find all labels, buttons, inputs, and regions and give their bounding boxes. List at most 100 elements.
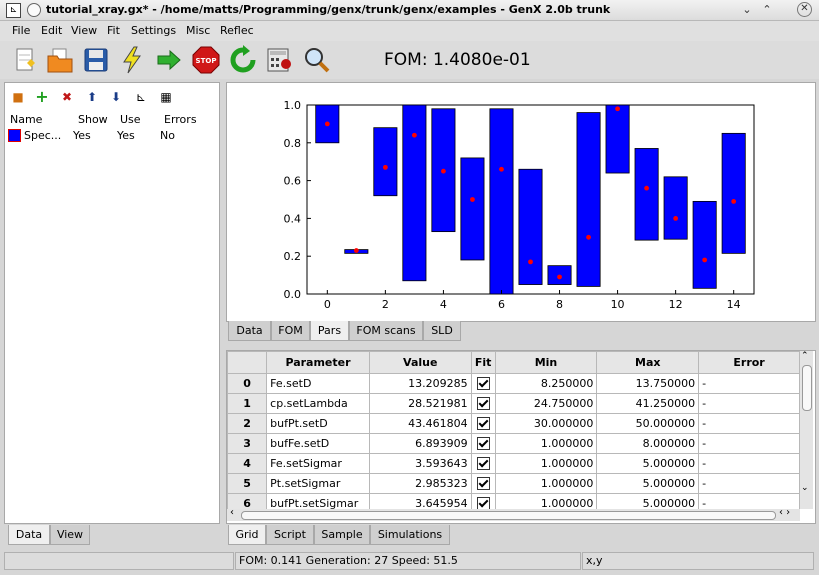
cell-value[interactable]: 3.593643: [368, 453, 472, 474]
col-show[interactable]: Show: [78, 113, 108, 126]
col-parameter[interactable]: Parameter: [266, 351, 370, 374]
cell-min[interactable]: 1.000000: [494, 433, 598, 454]
tab-simulations[interactable]: Simulations: [370, 525, 450, 545]
cell-parameter[interactable]: bufPt.setD: [266, 413, 370, 434]
cell-min[interactable]: 1.000000: [494, 453, 598, 474]
tab-view[interactable]: View: [50, 525, 90, 545]
scroll-left-arrow[interactable]: ‹: [230, 507, 234, 518]
add-data-icon[interactable]: ■: [11, 90, 25, 104]
window-menu-icon[interactable]: [27, 3, 41, 17]
tab-plot-data[interactable]: Data: [228, 321, 271, 341]
menu-settings[interactable]: Settings: [131, 24, 176, 37]
table-row[interactable]: 1 cp.setLambda 28.521981 24.750000 41.250000…: [227, 393, 800, 414]
menu-file[interactable]: File: [12, 24, 30, 37]
cell-parameter[interactable]: Pt.setSigmar: [266, 473, 370, 494]
menu-fit[interactable]: Fit: [107, 24, 120, 37]
cell-min[interactable]: 24.750000: [494, 393, 598, 414]
scroll-down-arrow[interactable]: ⌄: [801, 483, 809, 493]
row-index[interactable]: 4: [227, 453, 268, 474]
row-index[interactable]: 3: [227, 433, 268, 454]
cell-max[interactable]: 5.000000: [596, 453, 700, 474]
cell-parameter[interactable]: bufPt.setSigmar: [266, 493, 370, 510]
col-value[interactable]: Value: [368, 351, 472, 374]
cell-min[interactable]: 8.250000: [494, 373, 598, 394]
cell-parameter[interactable]: Fe.setSigmar: [266, 453, 370, 474]
col-fit[interactable]: Fit: [470, 351, 496, 374]
cell-max[interactable]: 41.250000: [596, 393, 700, 414]
fit-checkbox[interactable]: [476, 417, 490, 431]
cell-fit[interactable]: [470, 453, 496, 474]
cell-error[interactable]: -: [698, 473, 800, 494]
cell-fit[interactable]: [470, 413, 496, 434]
col-error[interactable]: Error: [698, 351, 800, 374]
cell-fit[interactable]: [470, 433, 496, 454]
cell-error[interactable]: -: [698, 393, 800, 414]
scroll-thumb-vertical[interactable]: [802, 365, 812, 411]
cell-max[interactable]: 50.000000: [596, 413, 700, 434]
cell-max[interactable]: 5.000000: [596, 473, 700, 494]
tab-plot-sld[interactable]: SLD: [423, 321, 461, 341]
cell-error[interactable]: -: [698, 433, 800, 454]
table-row[interactable]: 6 bufPt.setSigmar 3.645954 1.000000 5.000000…: [227, 493, 800, 510]
new-file-icon[interactable]: [10, 45, 40, 75]
cell-fit[interactable]: [470, 393, 496, 414]
simulate-lightning-icon[interactable]: [117, 45, 147, 75]
move-up-icon[interactable]: ⬆: [85, 90, 99, 104]
stop-fit-icon[interactable]: STOP: [191, 45, 221, 75]
tab-script[interactable]: Script: [266, 525, 314, 545]
save-icon[interactable]: [81, 45, 111, 75]
tab-grid[interactable]: Grid: [228, 525, 266, 545]
col-use[interactable]: Use: [120, 113, 141, 126]
calculate-errors-icon[interactable]: [265, 45, 295, 75]
menu-edit[interactable]: Edit: [41, 24, 62, 37]
row-index[interactable]: 5: [227, 473, 268, 494]
row-index[interactable]: 2: [227, 413, 268, 434]
tab-plot-fom[interactable]: FOM: [271, 321, 310, 341]
cell-min[interactable]: 1.000000: [494, 473, 598, 494]
maximize-icon[interactable]: ⌃: [759, 2, 775, 18]
fit-checkbox[interactable]: [476, 457, 490, 471]
table-row[interactable]: 0 Fe.setD 13.209285 8.250000 13.750000-: [227, 373, 800, 394]
zoom-icon[interactable]: [302, 45, 332, 75]
col-name[interactable]: Name: [10, 113, 42, 126]
grid-horizontal-scrollbar[interactable]: ‹ ‹ ›: [227, 507, 800, 521]
start-fit-arrow-icon[interactable]: [154, 45, 184, 75]
list-item[interactable]: Spec... Yes Yes No: [5, 128, 219, 144]
app-icon[interactable]: ⊾: [6, 3, 21, 18]
cell-parameter[interactable]: Fe.setD: [266, 373, 370, 394]
minimize-icon[interactable]: ⌄: [739, 2, 755, 18]
cell-fit[interactable]: [470, 493, 496, 510]
grid-vertical-scrollbar[interactable]: ⌃ ⌄: [800, 351, 813, 509]
plot-settings-icon[interactable]: ⊾: [134, 90, 148, 104]
menu-reflec[interactable]: Reflec: [220, 24, 254, 37]
fit-checkbox[interactable]: [476, 377, 490, 391]
menu-view[interactable]: View: [71, 24, 97, 37]
tab-plot-fom-scans[interactable]: FOM scans: [349, 321, 423, 341]
scroll-up-arrow[interactable]: ⌃: [801, 351, 809, 361]
resume-fit-icon[interactable]: [228, 45, 258, 75]
cell-value[interactable]: 43.461804: [368, 413, 472, 434]
col-max[interactable]: Max: [596, 351, 700, 374]
cell-value[interactable]: 3.645954: [368, 493, 472, 510]
menu-misc[interactable]: Misc: [186, 24, 210, 37]
cell-value[interactable]: 28.521981: [368, 393, 472, 414]
table-row[interactable]: 5 Pt.setSigmar 2.985323 1.000000 5.000000-: [227, 473, 800, 494]
tab-plot-pars[interactable]: Pars: [310, 321, 349, 341]
table-row[interactable]: 2 bufPt.setD 43.461804 30.000000 50.000000-: [227, 413, 800, 434]
move-down-icon[interactable]: ⬇: [109, 90, 123, 104]
parameter-chart[interactable]: 0 2 4 6 8 10 12 14 0.0 0.2 0.4 0.6 0.8 1.0: [227, 83, 815, 321]
new-data-plus-icon[interactable]: +: [35, 89, 49, 105]
scroll-thumb-horizontal[interactable]: [241, 511, 776, 520]
col-errors[interactable]: Errors: [164, 113, 197, 126]
row-index[interactable]: 1: [227, 393, 268, 414]
cell-parameter[interactable]: cp.setLambda: [266, 393, 370, 414]
cell-fit[interactable]: [470, 473, 496, 494]
cell-min[interactable]: 1.000000: [494, 493, 598, 510]
tab-sample[interactable]: Sample: [314, 525, 370, 545]
cell-parameter[interactable]: bufFe.setD: [266, 433, 370, 454]
cell-error[interactable]: -: [698, 413, 800, 434]
cell-max[interactable]: 13.750000: [596, 373, 700, 394]
row-index[interactable]: 0: [227, 373, 268, 394]
table-row[interactable]: 4 Fe.setSigmar 3.593643 1.000000 5.000000-: [227, 453, 800, 474]
cell-value[interactable]: 13.209285: [368, 373, 472, 394]
